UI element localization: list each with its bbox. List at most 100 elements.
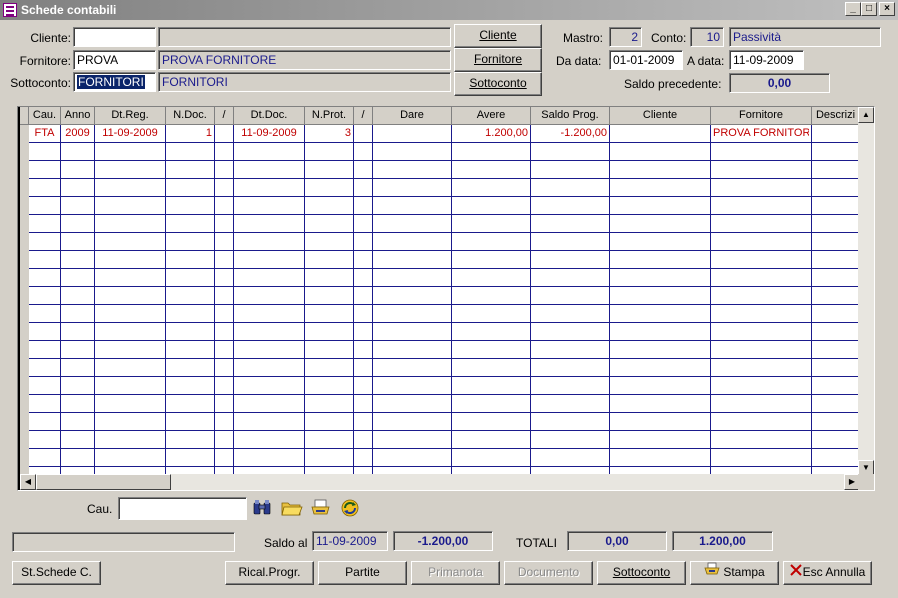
st-schede-button-label: St.Schede C. [21, 565, 92, 579]
documento-button-label: Documento [517, 565, 580, 579]
scrollbar-corner [858, 474, 874, 490]
table-cell[interactable]: PROVA FORNITORE [713, 125, 809, 142]
ricalcola-button-label: Rical.Progr. [238, 565, 301, 579]
cliente-button[interactable]: Cliente [454, 24, 542, 48]
column-header[interactable]: Anno [61, 107, 95, 125]
column-header[interactable]: Cliente [610, 107, 711, 125]
da-data-input[interactable]: 01-01-2009 [609, 50, 683, 70]
row-selector-column[interactable] [20, 107, 29, 476]
column-header[interactable]: Saldo Prog. [531, 107, 610, 125]
grid-row-line [29, 214, 860, 215]
fornitore-button[interactable]: Fornitore [454, 48, 542, 72]
grid-row-line [29, 358, 860, 359]
fornitore-label: Fornitore: [19, 54, 71, 68]
mastro-label: Mastro: [563, 31, 604, 45]
table-cell[interactable]: FTA [31, 125, 58, 142]
grid-row-line [29, 160, 860, 161]
fornitore-code-input[interactable]: PROVA [73, 50, 156, 70]
saldo-precedente-field: 0,00 [729, 73, 830, 93]
printer-icon[interactable] [310, 498, 332, 518]
column-header[interactable]: Descrizi [812, 107, 860, 125]
saldo-al-date-field: 11-09-2009 [312, 531, 388, 551]
totale-avere-field: 1.200,00 [672, 531, 773, 551]
column-header[interactable]: Dt.Doc. [234, 107, 305, 125]
st-schede-button[interactable]: St.Schede C. [12, 561, 101, 585]
vertical-scrollbar[interactable]: ▲ ▼ [858, 107, 874, 476]
printer-small-icon [704, 562, 720, 583]
close-x-icon [789, 562, 802, 583]
scroll-left-button[interactable]: ◀ [20, 474, 36, 490]
column-header[interactable]: / [215, 107, 234, 125]
cliente-code-input[interactable] [73, 27, 156, 47]
grid-row-line [29, 340, 860, 341]
stampa-button-label: Stampa [723, 565, 765, 579]
grid-row-line [29, 430, 860, 431]
column-header[interactable]: Fornitore [711, 107, 812, 125]
table-cell[interactable]: 1.200,00 [454, 125, 528, 142]
column-header[interactable]: Cau. [29, 107, 61, 125]
grid-row-line [29, 250, 860, 251]
saldo-precedente-label: Saldo precedente: [624, 77, 722, 91]
window-title: Schede contabili [21, 3, 117, 17]
column-header[interactable]: Avere [452, 107, 531, 125]
column-header[interactable]: / [354, 107, 373, 125]
minimize-button[interactable]: _ [845, 2, 861, 16]
grid-row-line [29, 232, 860, 233]
grid-row-line [29, 466, 860, 467]
saldo-al-label: Saldo al [264, 536, 308, 550]
status-field [12, 532, 235, 552]
binoculars-icon[interactable] [252, 498, 272, 518]
grid-row-line [29, 196, 860, 197]
sottoconto-footer-button[interactable]: Sottoconto [597, 561, 686, 585]
refresh-icon[interactable] [339, 498, 361, 518]
sottoconto-code-input[interactable]: FORNITORI [73, 72, 156, 92]
sottoconto-button[interactable]: Sottoconto [454, 72, 542, 96]
grid-row-line [29, 268, 860, 269]
table-cell[interactable]: -1.200,00 [533, 125, 607, 142]
cau-input[interactable] [118, 497, 247, 520]
saldo-al-value-field: -1.200,00 [393, 531, 493, 551]
horizontal-scroll-thumb[interactable] [36, 474, 171, 490]
grid-row-line [29, 376, 860, 377]
mastro-field: 2 [609, 27, 642, 47]
grid-row-line [29, 142, 860, 143]
table-cell[interactable]: 11-09-2009 [236, 125, 302, 142]
table-cell[interactable]: 3 [307, 125, 351, 142]
scroll-up-button[interactable]: ▲ [858, 107, 874, 123]
horizontal-scrollbar[interactable]: ◀ ▶ [20, 474, 860, 490]
column-header[interactable]: Dare [373, 107, 452, 125]
conto-label: Conto: [651, 31, 687, 45]
table-cell[interactable]: 1 [168, 125, 212, 142]
sottoconto-label: Sottoconto: [10, 76, 71, 90]
sottoconto-button-label: Sottoconto [469, 76, 527, 90]
cliente-button-label: Cliente [479, 28, 517, 42]
sottoconto-footer-button-label: Sottoconto [612, 565, 671, 579]
column-header[interactable]: N.Prot. [305, 107, 354, 125]
da-data-label: Da data: [556, 54, 602, 68]
grid-row-line [29, 412, 860, 413]
folder-icon[interactable] [281, 498, 303, 518]
esc-annulla-button[interactable]: Esc Annulla [783, 561, 872, 585]
a-data-input[interactable]: 11-09-2009 [729, 50, 804, 70]
stampa-button[interactable]: Stampa [690, 561, 779, 585]
partite-button[interactable]: Partite [318, 561, 407, 585]
table-cell[interactable]: 2009 [63, 125, 92, 142]
maximize-button[interactable]: □ [861, 2, 877, 16]
conto-field: 10 [690, 27, 724, 47]
fornitore-button-label: Fornitore [473, 52, 523, 66]
totale-dare-field: 0,00 [567, 531, 667, 551]
table-cell[interactable]: 11-09-2009 [97, 125, 163, 142]
primanota-button[interactable]: Primanota [411, 561, 500, 585]
close-button[interactable]: × [879, 2, 895, 16]
column-header[interactable]: Dt.Reg. [95, 107, 166, 125]
movements-grid[interactable]: Cau. Anno Dt.Reg. N.Doc. / Dt.Doc. N.Prot. / Dar… [17, 106, 875, 491]
sottoconto-name-field: FORNITORI [158, 72, 451, 92]
grid-row-line [29, 304, 860, 305]
ricalcola-progressivi-button[interactable]: Rical.Progr. [225, 561, 314, 585]
conto-description-field: Passività [729, 27, 881, 47]
totali-label: TOTALI [516, 536, 557, 550]
fornitore-name-field: PROVA FORNITORE [158, 50, 451, 70]
column-header[interactable]: N.Doc. [166, 107, 215, 125]
cliente-name-field [158, 27, 451, 47]
documento-button[interactable]: Documento [504, 561, 593, 585]
